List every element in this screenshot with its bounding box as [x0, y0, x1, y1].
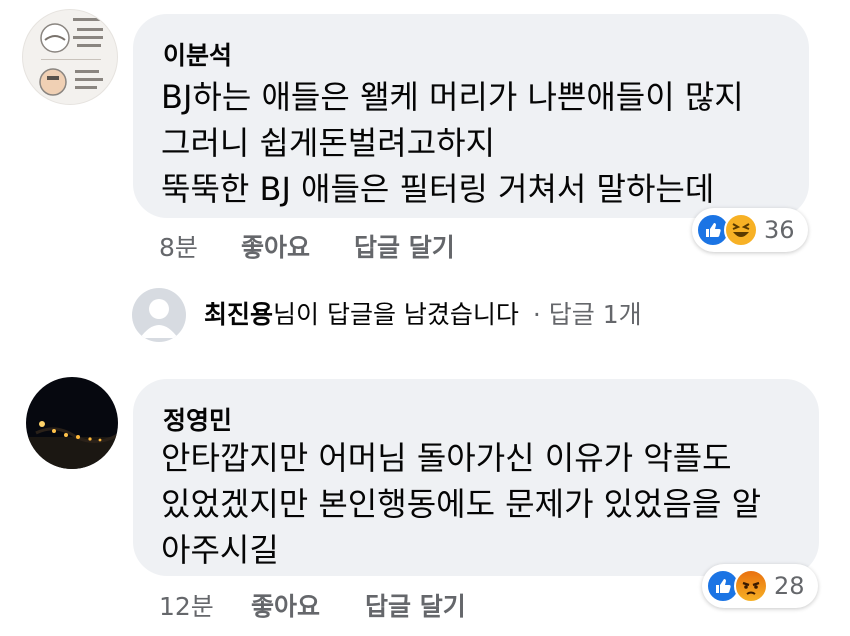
comment-line: 안타깝지만 어머님 돌아가신 이유가 악플도	[161, 439, 732, 477]
comment-author[interactable]: 이분석	[163, 36, 232, 72]
haha-reaction-icon	[724, 213, 758, 247]
reaction-summary[interactable]: 36	[692, 208, 808, 252]
avatar[interactable]	[132, 288, 186, 342]
comment-time: 12분	[159, 592, 214, 621]
comment-line: 그러니 쉽게돈벌려고하지	[161, 124, 496, 162]
reply-button[interactable]: 답글 달기	[365, 587, 466, 623]
reply-count: · 답글 1개	[532, 300, 642, 329]
reply-author: 최진용	[204, 300, 274, 329]
avatar[interactable]	[26, 377, 118, 469]
comment-text: BJ하는 애들은 왤케 머리가 나쁜애들이 많지 그러니 쉽게돈벌려고하지 뚝뚝…	[161, 74, 744, 212]
comment-text: 안타깝지만 어머님 돌아가신 이유가 악플도 있었겠지만 본인행동에도 문제가 …	[161, 435, 761, 573]
reply-thread-link[interactable]: 최진용님이 답글을 남겼습니다 · 답글 1개	[204, 295, 642, 331]
like-button[interactable]: 좋아요	[251, 587, 320, 623]
reply-summary: 님이 답글을 남겼습니다	[273, 300, 519, 329]
comment-line: 뚝뚝한 BJ 애들은 필터링 거쳐서 말하는데	[161, 170, 715, 208]
comment-bubble: 정영민 안타깝지만 어머님 돌아가신 이유가 악플도 있었겠지만 본인행동에도 …	[133, 379, 819, 576]
reply-button[interactable]: 답글 달기	[354, 228, 455, 264]
comment-bubble: 이분석 BJ하는 애들은 왤케 머리가 나쁜애들이 많지 그러니 쉽게돈벌려고하…	[133, 14, 809, 218]
comment-line: 아주시길	[161, 531, 279, 569]
reaction-count: 36	[764, 216, 795, 244]
comment-time: 8분	[159, 233, 198, 262]
reaction-count: 28	[774, 572, 805, 600]
avatar[interactable]	[22, 9, 118, 105]
like-button[interactable]: 좋아요	[241, 228, 310, 264]
comment-author[interactable]: 정영민	[163, 401, 232, 437]
angry-reaction-icon	[734, 569, 768, 603]
comment-line: 있었겠지만 본인행동에도 문제가 있었음을 알	[161, 485, 762, 523]
reaction-summary[interactable]: 28	[702, 564, 818, 608]
comment-line: BJ하는 애들은 왤케 머리가 나쁜애들이 많지	[161, 78, 744, 116]
